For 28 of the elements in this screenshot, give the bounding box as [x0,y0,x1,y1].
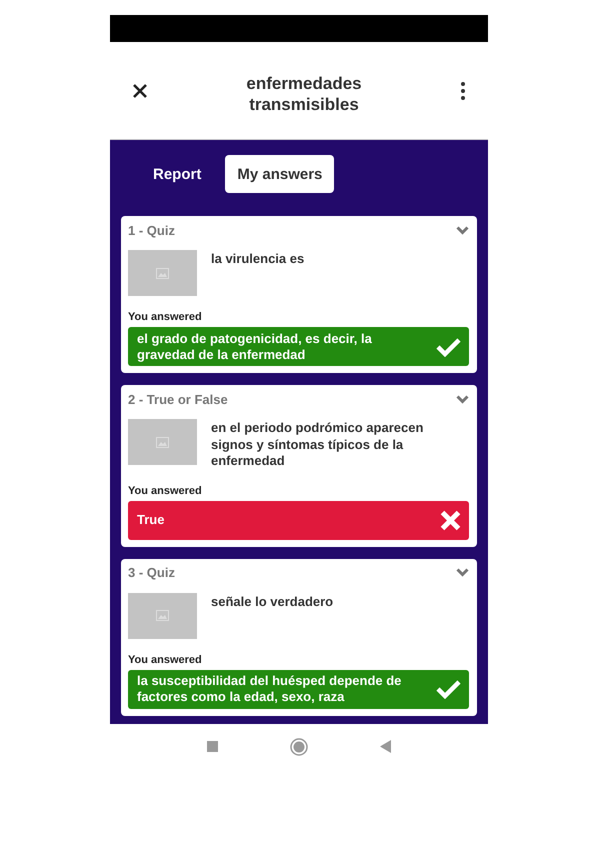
question-heading: 2 - True or False [128,392,228,406]
tab[interactable]: Report [141,155,214,193]
image-placeholder [128,250,197,296]
question-text: en el periodo podrómico aparecen signos y síntomas típicos de la enfermedad [211,419,424,470]
cross-icon [440,510,461,530]
chevron-down-icon[interactable] [456,568,469,577]
back-icon[interactable] [380,740,391,753]
answer-label: You answered [128,654,203,666]
chevron-down-icon[interactable] [456,394,469,404]
question-text: señale lo verdadero [211,592,334,610]
correct-answer: la susceptibilidad del huésped depende de factores como la edad, sexo, raza [128,670,469,708]
close-icon[interactable] [132,82,148,98]
image-placeholder [128,592,197,638]
home-icon[interactable] [290,738,308,756]
wrong-answer: True [128,500,469,540]
chevron-down-icon[interactable] [456,226,469,234]
page-title: enfermedades transmisibles [245,72,363,114]
check-icon [436,679,461,699]
answer-label: You answered [128,484,203,496]
correct-answer: el grado de patogenicidad, es decir, la gravedad de la enfermedad [128,327,469,366]
question-heading: 1 - Quiz [128,222,175,238]
check-icon [436,336,461,356]
image-placeholder [128,419,197,465]
answer-label: You answered [128,311,203,323]
more-icon[interactable] [460,80,466,100]
question-heading: 3 - Quiz [128,565,175,580]
tab[interactable]: My answers [225,155,334,193]
question-text: la virulencia es [211,250,306,268]
